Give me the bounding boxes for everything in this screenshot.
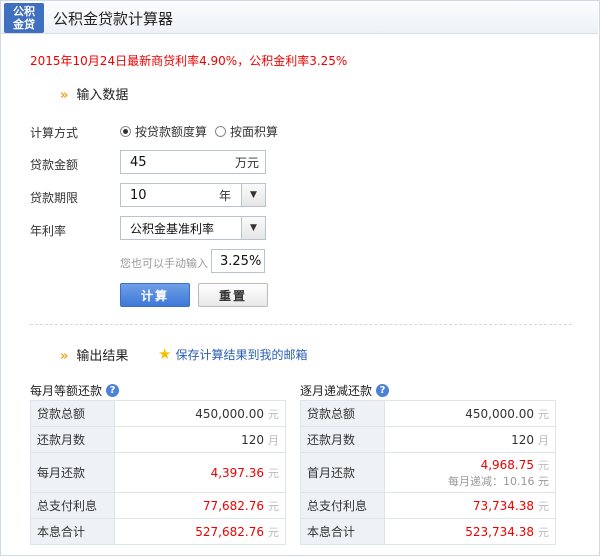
table-row: 还款月数 120 月 xyxy=(30,426,286,453)
double-chevron-icon: » xyxy=(60,88,69,103)
table-row: 贷款总额 450,000.00 元 xyxy=(30,400,286,427)
table-row: 本息合计 523,734.38 元 xyxy=(300,518,556,545)
dropdown-arrow-icon[interactable]: ▼ xyxy=(241,184,265,206)
star-icon: ★ xyxy=(158,345,172,363)
row-value-cell: 73,734.38 元 xyxy=(384,492,556,519)
input-section-title: » 输入数据 xyxy=(60,88,129,103)
dropdown-arrow-icon[interactable]: ▼ xyxy=(241,217,265,239)
term-select[interactable]: 10 年 ▼ xyxy=(120,183,266,207)
equal-payment-table: 贷款总额 450,000.00 元 还款月数 120 月 每月还款 4,397.36 元 总… xyxy=(30,400,286,545)
rate-label: 年利率 xyxy=(30,224,67,238)
header-bar: 公积 金贷 公积金贷款计算器 xyxy=(1,1,598,34)
equal-payment-title: 每月等额还款 ? xyxy=(30,382,120,399)
table-row: 还款月数 120 月 xyxy=(300,426,556,453)
row-key-cell: 贷款总额 xyxy=(30,400,115,427)
page-title: 公积金贷款计算器 xyxy=(53,10,174,28)
calc-method-label: 计算方式 xyxy=(30,126,79,140)
amount-label: 贷款金额 xyxy=(30,158,79,172)
decreasing-payment-title: 逐月递减还款 ? xyxy=(300,382,390,399)
row-key-cell: 本息合计 xyxy=(30,518,115,545)
table-row: 首月还款 4,968.75 元每月递减：10.16 元 xyxy=(300,452,556,493)
calc-method-radios: 按贷款额度算 按面积算 xyxy=(120,123,286,140)
row-value-cell: 4,397.36 元 xyxy=(114,452,286,493)
radio-button[interactable] xyxy=(120,126,131,137)
row-key-cell: 还款月数 xyxy=(30,426,115,453)
save-to-email-link[interactable]: ★ 保存计算结果到我的邮箱 xyxy=(158,345,307,363)
row-key-cell: 总支付利息 xyxy=(300,492,385,519)
amount-input[interactable]: 45 万元 xyxy=(120,150,266,174)
row-key-cell: 还款月数 xyxy=(300,426,385,453)
reset-button[interactable]: 重置 xyxy=(198,283,268,307)
output-section-title: » 输出结果 xyxy=(60,349,129,364)
row-value-cell: 450,000.00 元 xyxy=(114,400,286,427)
double-chevron-icon: » xyxy=(60,349,69,364)
row-key-cell: 总支付利息 xyxy=(30,492,115,519)
row-key-cell: 首月还款 xyxy=(300,452,385,493)
table-row: 贷款总额 450,000.00 元 xyxy=(300,400,556,427)
row-key-cell: 本息合计 xyxy=(300,518,385,545)
decreasing-payment-table: 贷款总额 450,000.00 元 还款月数 120 月 首月还款 4,968.75 元每月… xyxy=(300,400,556,545)
radio-button[interactable] xyxy=(215,126,227,137)
section-divider xyxy=(30,324,572,325)
term-label: 贷款期限 xyxy=(30,191,79,205)
table-row: 每月还款 4,397.36 元 xyxy=(30,452,286,493)
rate-notice: 2015年10月24日最新商贷利率4.90%，公积金利率3.25% xyxy=(30,54,348,68)
table-row: 总支付利息 77,682.76 元 xyxy=(30,492,286,519)
radio-by-amount[interactable]: 按贷款额度算 xyxy=(120,123,207,140)
question-circle-icon[interactable]: ? xyxy=(376,384,390,397)
manual-rate-input[interactable]: 3.25% xyxy=(211,249,265,273)
row-value-cell: 120 月 xyxy=(114,426,286,453)
radio-by-area[interactable]: 按面积算 xyxy=(215,123,278,140)
row-value-cell: 120 月 xyxy=(384,426,556,453)
row-value-cell: 77,682.76 元 xyxy=(114,492,286,519)
row-key-cell: 贷款总额 xyxy=(300,400,385,427)
row-key-cell: 每月还款 xyxy=(30,452,115,493)
manual-rate-hint: 您也可以手动输入 xyxy=(120,257,208,270)
logo: 公积 金贷 xyxy=(4,3,44,33)
table-row: 本息合计 527,682.76 元 xyxy=(30,518,286,545)
row-value-cell: 527,682.76 元 xyxy=(114,518,286,545)
rate-select[interactable]: 公积金基准利率 ▼ xyxy=(120,216,266,240)
row-value-cell: 523,734.38 元 xyxy=(384,518,556,545)
row-value-cell: 4,968.75 元每月递减：10.16 元 xyxy=(384,452,556,493)
calculate-button[interactable]: 计算 xyxy=(120,283,190,307)
table-row: 总支付利息 73,734.38 元 xyxy=(300,492,556,519)
row-value-cell: 450,000.00 元 xyxy=(384,400,556,427)
question-circle-icon[interactable]: ? xyxy=(106,384,120,397)
